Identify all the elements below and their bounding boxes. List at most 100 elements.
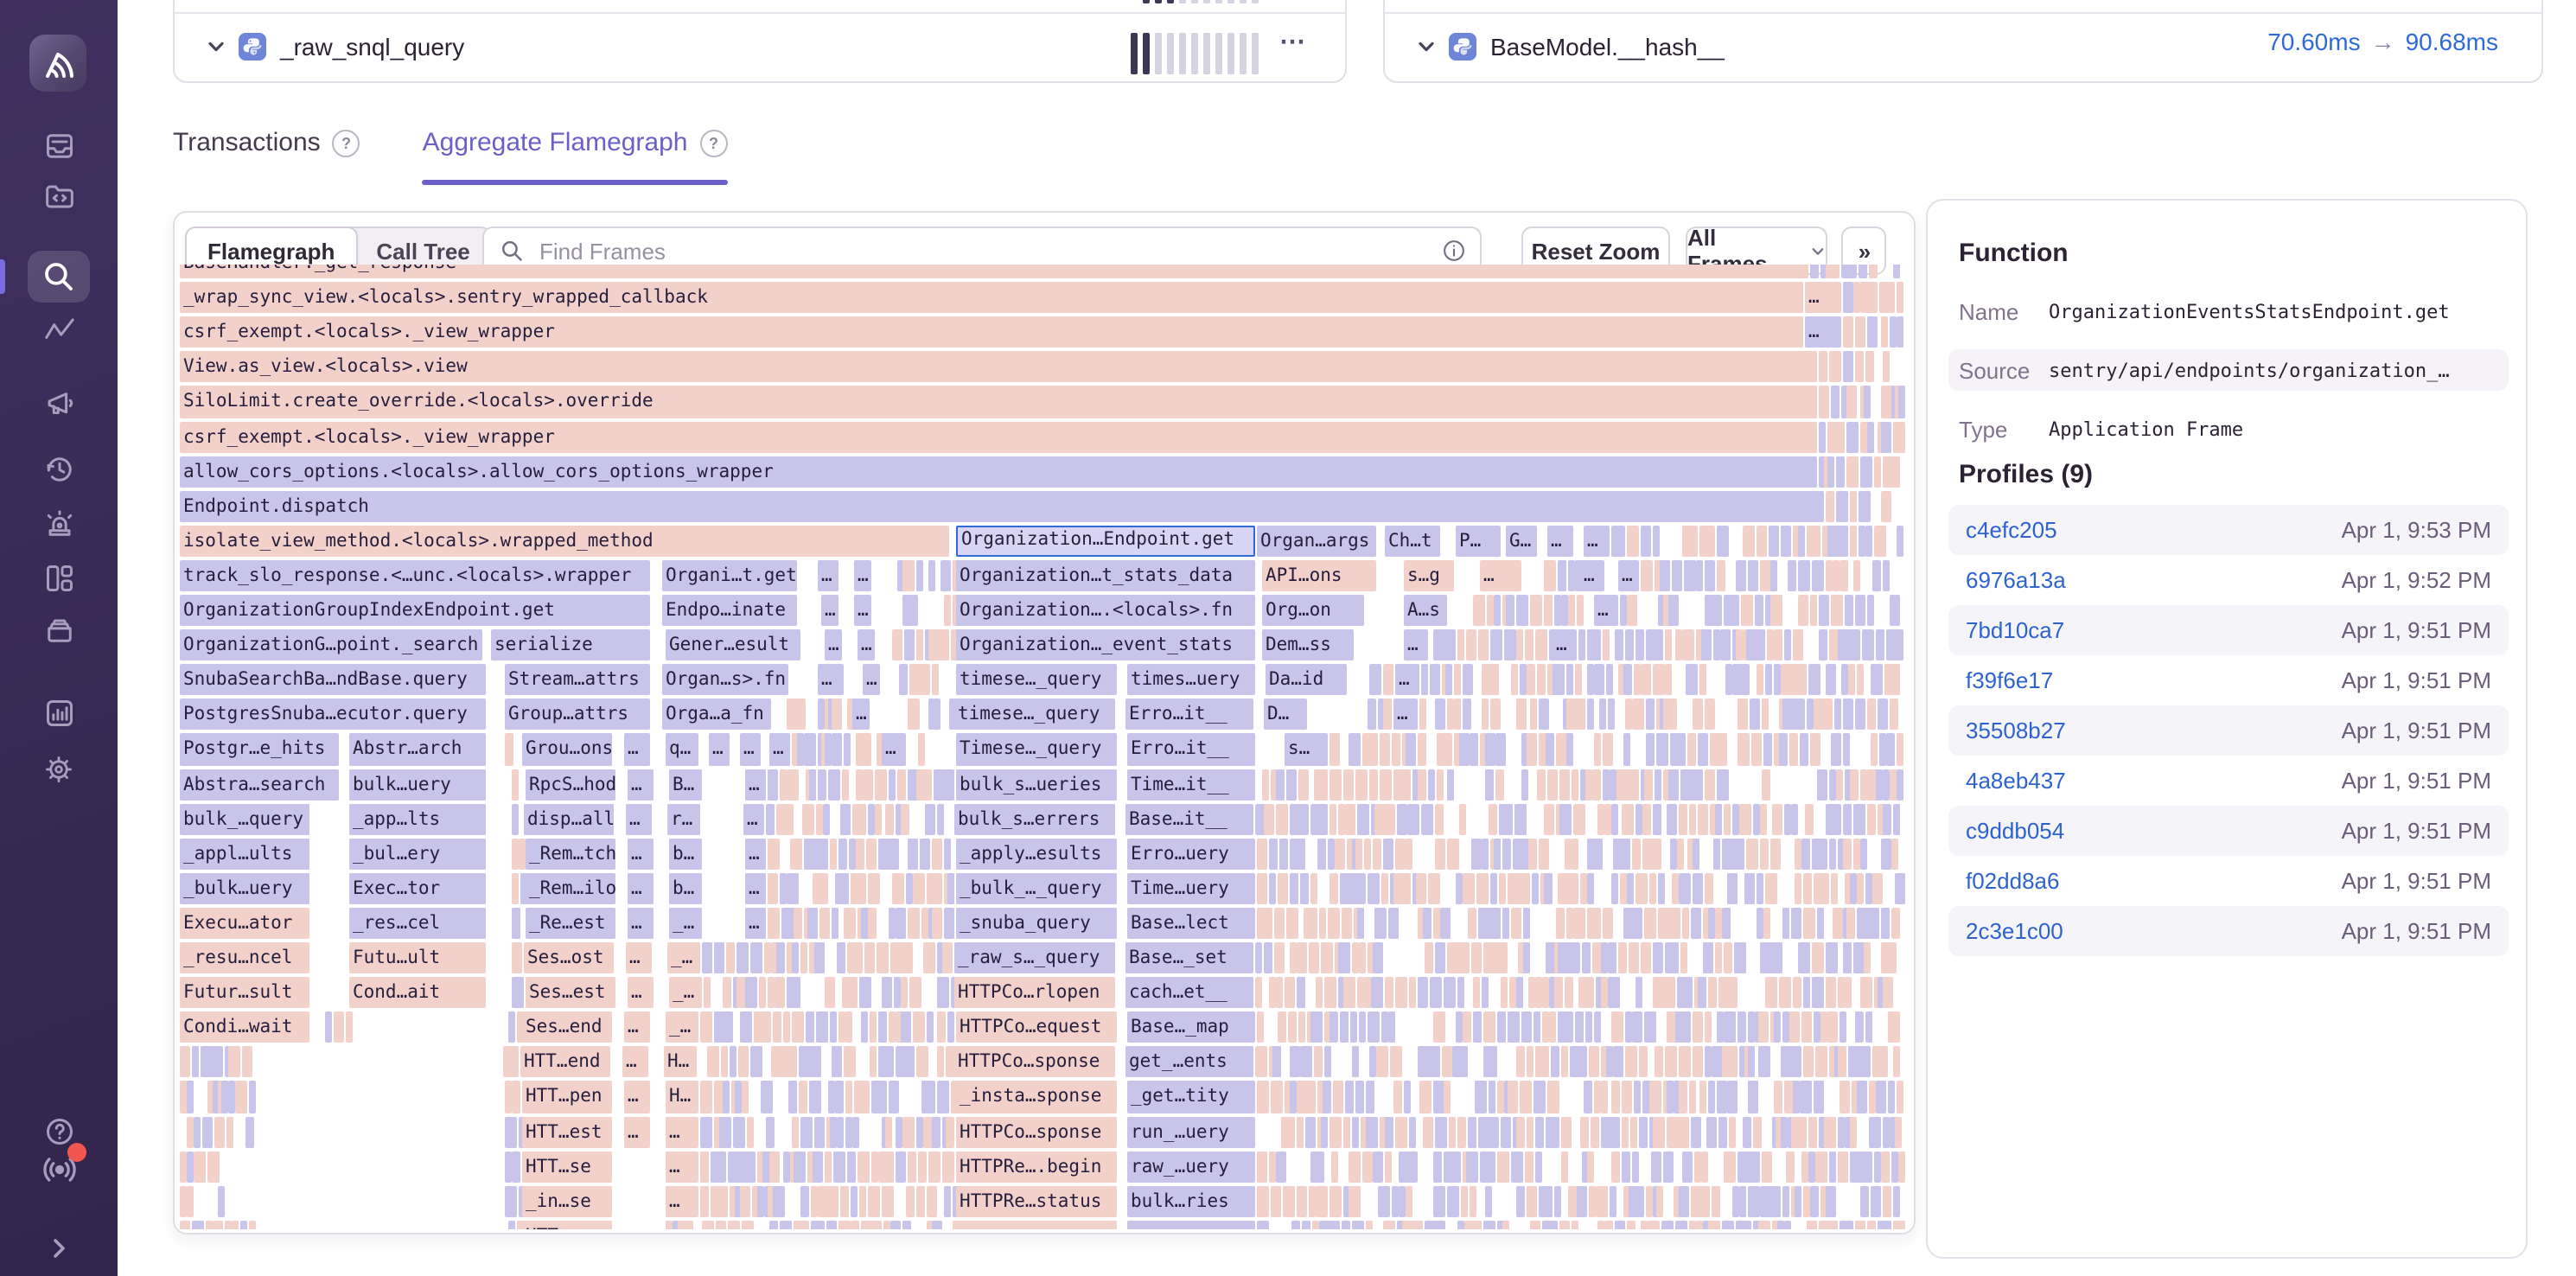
flame-frame-small[interactable] — [1817, 769, 1827, 800]
flame-frame-small[interactable] — [1668, 769, 1679, 800]
flame-frame-small[interactable] — [192, 1047, 199, 1078]
flame-frame-small[interactable] — [913, 873, 925, 904]
flame-frame-small[interactable] — [1801, 1011, 1812, 1043]
flame-frame-small[interactable] — [828, 977, 835, 1008]
flame-frame-small[interactable] — [1272, 1047, 1281, 1078]
flame-frame-small[interactable] — [1594, 734, 1601, 765]
flame-frame-small[interactable] — [1592, 838, 1603, 869]
profile-row[interactable]: f39f6e17Apr 1, 9:51 PM — [1948, 655, 2509, 705]
flame-frame-small[interactable] — [1668, 595, 1679, 626]
flame-frame-small[interactable] — [1682, 629, 1694, 660]
flame-frame-small[interactable] — [1504, 803, 1513, 834]
flame-frame-small[interactable] — [1715, 908, 1722, 939]
flame-frame-small[interactable] — [844, 1221, 851, 1229]
flame-frame[interactable]: get_…ents — [1125, 1047, 1253, 1078]
flame-frame-small[interactable] — [512, 803, 519, 834]
flame-frame-small[interactable] — [1641, 560, 1653, 591]
flame-frame-small[interactable] — [1801, 838, 1810, 869]
flame-frame-small[interactable] — [1758, 1047, 1770, 1078]
flame-frame-small[interactable] — [1463, 664, 1473, 695]
flame-frame-small[interactable] — [512, 977, 524, 1008]
flame-frame-small[interactable] — [1677, 838, 1684, 869]
flame-frame-small[interactable] — [1853, 282, 1860, 313]
flame-frame-small[interactable] — [1803, 1047, 1814, 1078]
flame-frame-small[interactable] — [1651, 1151, 1661, 1182]
flame-frame-small[interactable] — [1359, 942, 1366, 973]
flame-frame-small[interactable] — [845, 977, 858, 1008]
flame-frame-small[interactable] — [1881, 490, 1891, 521]
flame-frame-small[interactable] — [1853, 803, 1865, 834]
flame-frame-small[interactable] — [1425, 942, 1433, 973]
flame-frame-small[interactable] — [1769, 526, 1779, 557]
flame-frame-small[interactable] — [787, 769, 799, 800]
flame-frame-small[interactable] — [1525, 629, 1533, 660]
flame-frame-small[interactable] — [740, 1185, 750, 1216]
flame-frame-small[interactable] — [1549, 1116, 1559, 1147]
flame-frame-small[interactable] — [804, 734, 816, 765]
flame-frame-small[interactable] — [1494, 595, 1501, 626]
flame-frame-small[interactable] — [1565, 838, 1572, 869]
flame-frame-small[interactable] — [226, 1116, 233, 1147]
sidebar-item-projects[interactable] — [0, 176, 118, 214]
flame-frame-small[interactable] — [780, 1221, 792, 1229]
flame-frame-small[interactable] — [1502, 908, 1509, 939]
flame-frame[interactable]: … — [818, 560, 838, 591]
flame-frame-small[interactable] — [1658, 873, 1665, 904]
flame-frame-small[interactable] — [1720, 629, 1731, 660]
flame-frame-small[interactable] — [1257, 1221, 1269, 1229]
tab-aggregate-flamegraph[interactable]: Aggregate Flamegraph ? — [423, 107, 728, 180]
flame-frame-small[interactable] — [1831, 942, 1838, 973]
flame-frame-small[interactable] — [1846, 456, 1859, 487]
flame-frame-small[interactable] — [1309, 908, 1317, 939]
flame-frame-small[interactable] — [1862, 629, 1874, 660]
flame-frame[interactable]: Ses…est — [526, 977, 615, 1008]
flame-frame-small[interactable] — [1369, 1047, 1376, 1078]
flame-frame-small[interactable] — [1808, 664, 1820, 695]
flame-frame-small[interactable] — [1616, 769, 1639, 800]
flame-frame-small[interactable] — [1689, 1221, 1696, 1229]
flame-frame[interactable]: Erro…uery — [1127, 838, 1255, 869]
flame-frame-small[interactable] — [878, 1151, 894, 1182]
profile-row[interactable]: c9ddb054Apr 1, 9:51 PM — [1948, 806, 2509, 856]
flame-frame-small[interactable] — [1897, 629, 1903, 660]
flame-frame-small[interactable] — [908, 595, 918, 626]
flame-frame-small[interactable] — [1435, 942, 1445, 973]
flame-frame-small[interactable] — [1798, 526, 1805, 557]
flame-frame-small[interactable] — [1708, 977, 1717, 1008]
flame-frame-small[interactable] — [858, 1151, 870, 1182]
flame-frame-small[interactable] — [1689, 803, 1696, 834]
flame-frame-small[interactable] — [1898, 421, 1905, 452]
flame-frame-small[interactable] — [1584, 977, 1594, 1008]
flame-frame[interactable]: disp…all — [524, 803, 614, 834]
flame-frame[interactable]: Futur…sult — [180, 977, 309, 1008]
flame-frame-small[interactable] — [346, 1011, 353, 1043]
profile-id-link[interactable]: f39f6e17 — [1966, 667, 2053, 693]
flame-frame-small[interactable] — [1380, 734, 1390, 765]
flame-frame-small[interactable] — [1706, 1116, 1717, 1147]
flame-frame-small[interactable] — [1276, 977, 1283, 1008]
flame-frame-small[interactable] — [908, 699, 920, 731]
flame-frame-small[interactable] — [1449, 1116, 1456, 1147]
flame-frame-small[interactable] — [1601, 977, 1608, 1008]
flame-frame-small[interactable] — [1871, 316, 1878, 348]
flame-frame-small[interactable] — [792, 1116, 799, 1147]
flame-frame-small[interactable] — [1278, 908, 1285, 939]
flame-frame-small[interactable] — [1352, 1221, 1364, 1229]
flame-frame-small[interactable] — [1810, 265, 1819, 278]
flame-frame-small[interactable] — [1428, 769, 1435, 800]
flame-frame-small[interactable] — [1566, 664, 1573, 695]
flame-frame-small[interactable] — [1568, 595, 1575, 626]
flame-frame-small[interactable] — [325, 1011, 332, 1043]
flame-frame-small[interactable] — [859, 1185, 866, 1216]
flame-frame[interactable]: SiloLimit.create_override.<locals>.overr… — [180, 386, 1817, 418]
flame-frame[interactable]: … — [628, 838, 654, 869]
flame-frame-small[interactable] — [864, 942, 875, 973]
flame-frame-small[interactable] — [1290, 942, 1297, 973]
flame-frame-small[interactable] — [1853, 838, 1860, 869]
flame-frame[interactable]: Cond…ait — [349, 977, 486, 1008]
flame-frame-small[interactable] — [1893, 265, 1900, 278]
flame-frame-small[interactable] — [1648, 1011, 1656, 1043]
flame-frame-small[interactable] — [1781, 526, 1791, 557]
flame-frame-small[interactable] — [1478, 1116, 1499, 1147]
flame-frame-small[interactable] — [721, 1047, 728, 1078]
